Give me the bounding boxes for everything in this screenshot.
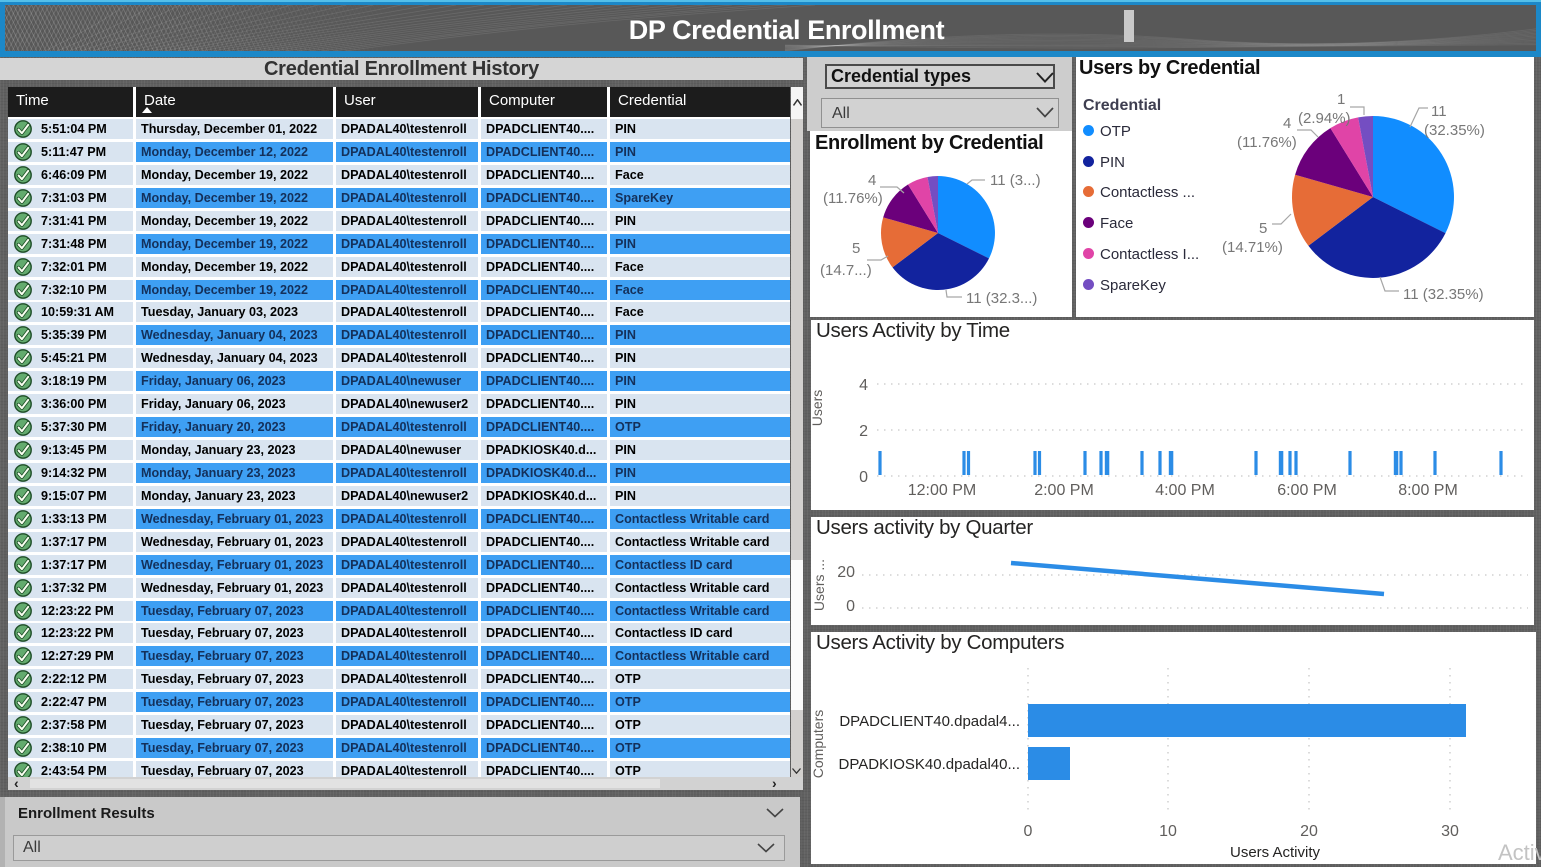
svg-text:0: 0: [859, 469, 868, 486]
svg-text:(14.71%): (14.71%): [1222, 239, 1283, 256]
svg-text:0: 0: [846, 598, 855, 615]
svg-text:Computers: Computers: [810, 710, 826, 778]
svg-text:12:00 PM: 12:00 PM: [908, 482, 976, 499]
svg-text:2:00 PM: 2:00 PM: [1034, 482, 1094, 499]
svg-text:1: 1: [1337, 91, 1345, 108]
svg-text:DPADCLIENT40.dpadal4...: DPADCLIENT40.dpadal4...: [839, 713, 1020, 730]
svg-text:(32.35%): (32.35%): [1424, 122, 1485, 139]
svg-text:2: 2: [859, 423, 868, 440]
svg-text:DPADKIOSK40.dpadal40...: DPADKIOSK40.dpadal40...: [839, 756, 1021, 773]
svg-text:11 (32.3...): 11 (32.3...): [966, 290, 1037, 307]
svg-text:11: 11: [1431, 103, 1447, 120]
svg-text:5: 5: [1259, 220, 1267, 237]
svg-text:Users Activity: Users Activity: [1230, 844, 1321, 861]
svg-text:4: 4: [859, 377, 868, 394]
svg-text:20: 20: [1300, 823, 1318, 840]
svg-text:4: 4: [1283, 115, 1291, 132]
svg-text:(11.76%): (11.76%): [823, 190, 883, 207]
svg-text:4: 4: [868, 172, 876, 189]
svg-text:11 (3...): 11 (3...): [990, 172, 1041, 189]
svg-text:Users ...: Users ...: [811, 559, 827, 611]
svg-text:30: 30: [1441, 823, 1459, 840]
svg-text:8:00 PM: 8:00 PM: [1398, 482, 1458, 499]
svg-text:0: 0: [1024, 823, 1033, 840]
svg-text:Users: Users: [809, 390, 825, 427]
svg-text:(14.7...): (14.7...): [820, 262, 872, 279]
svg-text:10: 10: [1159, 823, 1177, 840]
svg-text:5: 5: [852, 240, 860, 257]
svg-text:(11.76%): (11.76%): [1237, 134, 1297, 151]
svg-text:4:00 PM: 4:00 PM: [1155, 482, 1215, 499]
svg-text:6:00 PM: 6:00 PM: [1277, 482, 1337, 499]
svg-text:20: 20: [837, 564, 855, 581]
svg-text:(2.94%): (2.94%): [1298, 110, 1351, 127]
svg-text:11 (32.35%): 11 (32.35%): [1403, 286, 1484, 303]
